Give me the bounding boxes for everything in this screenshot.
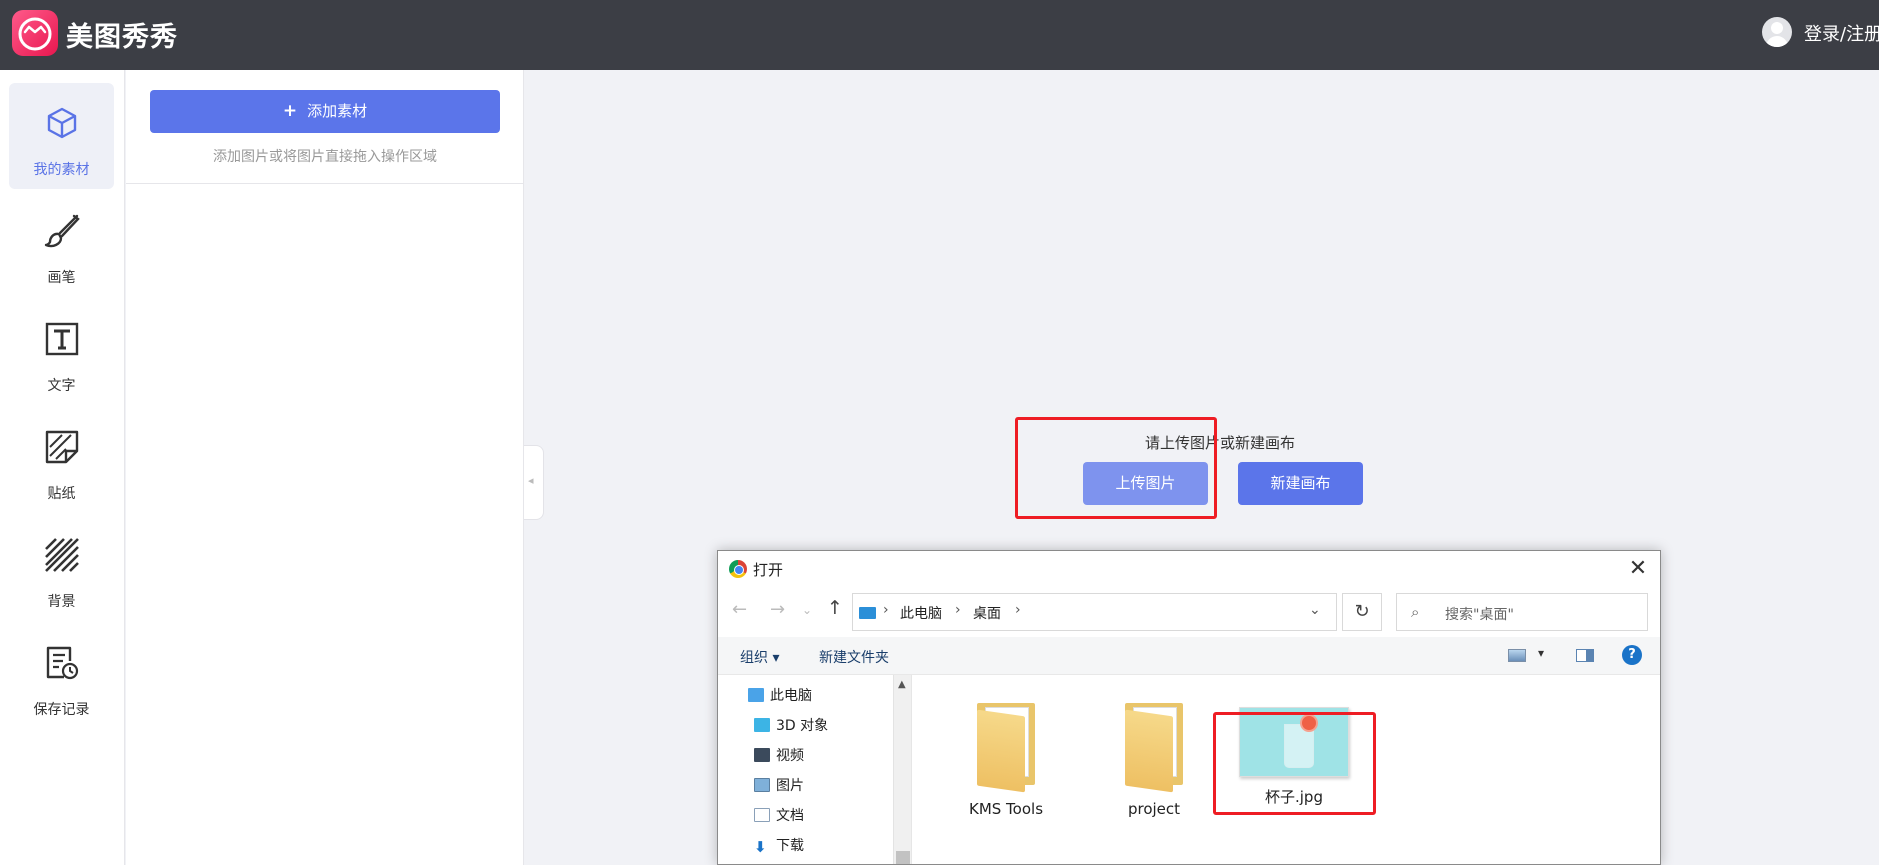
panel-divider: [126, 183, 524, 184]
save-history-icon: [46, 646, 79, 680]
breadcrumb-separator-icon: ›: [1015, 602, 1021, 618]
file-name: KMS Tools: [968, 800, 1044, 818]
panel-collapse-handle[interactable]: ◂: [524, 445, 544, 520]
search-input[interactable]: ⌕ 搜索"桌面": [1396, 593, 1648, 631]
chevron-down-icon[interactable]: ⌄: [1309, 602, 1321, 618]
plus-icon: +: [282, 101, 298, 121]
highlight-box-file: [1213, 712, 1376, 815]
address-bar[interactable]: › 此电脑 › 桌面 › ⌄: [852, 593, 1337, 631]
download-arrow-icon: ⬇: [754, 838, 767, 856]
tree-item-label: 3D 对象: [776, 718, 829, 734]
breadcrumb-separator-icon: ›: [883, 602, 889, 618]
tree-item-label: 视频: [776, 748, 804, 764]
pane-divider: [911, 675, 912, 864]
tree-item-label: 文档: [776, 808, 804, 824]
search-placeholder: 搜索"桌面": [1445, 607, 1514, 623]
picture-icon: [754, 778, 770, 792]
sidebar-item-label: 文字: [47, 378, 76, 394]
dialog-toolbar: 组织 ▾ 新建文件夹 ▾ ?: [718, 637, 1660, 675]
sidebar-item-label: 保存记录: [33, 702, 90, 718]
close-icon[interactable]: ✕: [1624, 555, 1652, 583]
tree-item-downloads[interactable]: ⬇ 下载: [754, 835, 804, 857]
tree-item-documents[interactable]: 文档: [754, 805, 804, 827]
forward-arrow-icon[interactable]: →: [770, 599, 785, 620]
folder-icon: [1099, 691, 1209, 796]
sidebar-item-my-materials[interactable]: 我的素材: [9, 83, 114, 189]
dialog-title: 打开: [753, 561, 784, 579]
tree-item-this-pc[interactable]: 此电脑: [748, 685, 812, 707]
background-icon: [45, 538, 79, 572]
document-icon: [754, 808, 770, 822]
sidebar-item-label: 画笔: [47, 270, 76, 286]
tree-item-pictures[interactable]: 图片: [754, 775, 804, 797]
file-item-project[interactable]: project: [1099, 691, 1209, 818]
search-icon: ⌕: [1411, 603, 1420, 621]
add-material-hint: 添加图片或将图片直接拖入操作区域: [213, 149, 437, 165]
tool-sidebar: 我的素材 画笔 文字 贴纸 背景 保存记录: [0, 70, 125, 865]
help-icon[interactable]: ?: [1622, 645, 1642, 665]
sidebar-item-label: 背景: [47, 594, 76, 610]
open-file-dialog: 打开 ✕ ← → ⌄ ↑ › 此电脑 › 桌面 › ⌄ ↻ ⌕ 搜索"桌面" 组…: [717, 550, 1661, 865]
video-icon: [754, 748, 770, 762]
cube-3d-icon: [754, 718, 770, 732]
file-name: project: [1127, 800, 1181, 818]
sidebar-item-brush[interactable]: 画笔: [9, 191, 114, 297]
brush-icon: [44, 214, 80, 248]
sticker-icon: [45, 430, 79, 464]
view-mode-icon[interactable]: [1508, 649, 1526, 662]
meitu-logo-icon[interactable]: [12, 10, 58, 56]
login-register-link[interactable]: 登录/注册: [1804, 20, 1879, 46]
materials-panel: + 添加素材 添加图片或将图片直接拖入操作区域: [126, 70, 524, 865]
new-canvas-button[interactable]: 新建画布: [1238, 462, 1363, 505]
tree-item-label: 下载: [776, 838, 804, 854]
back-arrow-icon[interactable]: ←: [732, 599, 747, 620]
file-item-kms-tools[interactable]: KMS Tools: [951, 691, 1061, 818]
sidebar-item-sticker[interactable]: 贴纸: [9, 407, 114, 513]
organize-menu[interactable]: 组织 ▾: [740, 647, 779, 667]
scroll-thumb[interactable]: [896, 851, 910, 864]
breadcrumb-this-pc[interactable]: 此电脑: [900, 603, 942, 623]
sidebar-item-background[interactable]: 背景: [9, 515, 114, 621]
top-bar: 美图秀秀 登录/注册: [0, 0, 1879, 70]
tree-item-videos[interactable]: 视频: [754, 745, 804, 767]
scroll-up-icon[interactable]: ▲: [898, 679, 906, 690]
brand-name: 美图秀秀: [66, 22, 178, 53]
preview-pane-icon[interactable]: [1576, 649, 1594, 662]
chrome-icon: [729, 560, 747, 578]
user-avatar-icon[interactable]: [1762, 17, 1792, 47]
new-folder-button[interactable]: 新建文件夹: [819, 647, 889, 667]
breadcrumb-separator-icon: ›: [955, 602, 961, 618]
computer-icon: [748, 688, 764, 702]
breadcrumb-desktop[interactable]: 桌面: [973, 603, 1001, 623]
cube-icon: [47, 107, 77, 139]
refresh-icon[interactable]: ↻: [1342, 593, 1382, 631]
add-material-label: 添加素材: [307, 102, 368, 120]
up-arrow-icon[interactable]: ↑: [827, 597, 843, 619]
folder-tree: 此电脑 3D 对象 视频 图片 文档 ⬇ 下载: [718, 675, 893, 864]
sidebar-item-label: 贴纸: [47, 486, 76, 502]
sidebar-item-label: 我的素材: [33, 162, 90, 178]
tree-scrollbar[interactable]: ▲: [893, 675, 911, 864]
chevron-left-icon: ◂: [528, 474, 534, 487]
recent-dropdown-icon[interactable]: ⌄: [802, 603, 812, 617]
add-material-button[interactable]: + 添加素材: [150, 90, 500, 133]
computer-icon: [859, 607, 876, 619]
dialog-nav-bar: ← → ⌄ ↑ › 此电脑 › 桌面 › ⌄ ↻ ⌕ 搜索"桌面": [718, 587, 1660, 637]
tree-item-3d-objects[interactable]: 3D 对象: [754, 715, 828, 737]
dialog-title-bar: 打开 ✕: [718, 551, 1660, 587]
sidebar-item-save-history[interactable]: 保存记录: [9, 623, 114, 729]
tree-item-label: 图片: [776, 778, 804, 794]
folder-icon: [951, 691, 1061, 796]
text-icon: [45, 322, 79, 356]
highlight-box-upload: [1015, 417, 1217, 519]
sidebar-item-text[interactable]: 文字: [9, 299, 114, 405]
view-dropdown-icon[interactable]: ▾: [1538, 646, 1544, 660]
tree-item-label: 此电脑: [770, 688, 812, 704]
